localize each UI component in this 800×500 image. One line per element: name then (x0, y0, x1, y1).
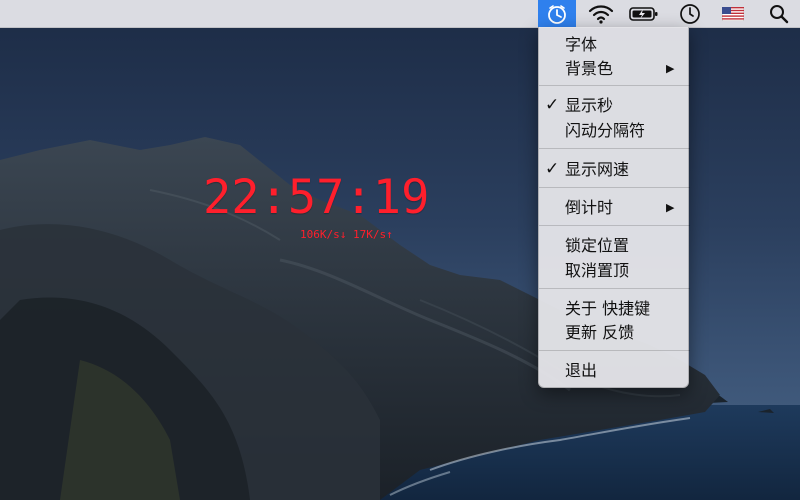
battery-charging-icon (629, 6, 658, 21)
menu-separator (539, 288, 690, 289)
menu-separator (539, 225, 690, 226)
desktop: 22:57:19 106K/s↓ 17K/s↑ 字体 背景色 ▶ ✓ 显示秒 闪… (0, 0, 800, 500)
checkmark-icon: ✓ (545, 159, 560, 179)
menu-item-show-seconds[interactable]: ✓ 显示秒 (539, 93, 690, 118)
submenu-arrow-icon: ▶ (666, 62, 675, 75)
us-flag-input-source-icon (722, 6, 744, 21)
clock-app-dropdown-menu: 字体 背景色 ▶ ✓ 显示秒 闪动分隔符 ✓ 显示网速 倒计时 ▶ 锁定位置 取 (538, 27, 690, 388)
menu-item-lock-position[interactable]: 锁定位置 (539, 233, 690, 258)
menu-item-blink-separator[interactable]: 闪动分隔符 (539, 118, 690, 143)
menu-separator (539, 85, 690, 86)
menu-item-countdown[interactable]: 倒计时 ▶ (539, 195, 690, 220)
wifi-icon (588, 4, 614, 24)
battery-status-item[interactable] (626, 0, 662, 27)
menu-item-show-net-speed[interactable]: ✓ 显示网速 (539, 157, 690, 182)
submenu-arrow-icon: ▶ (666, 201, 675, 214)
menu-item-label: 字体 (565, 35, 598, 54)
checkmark-icon: ✓ (545, 95, 560, 115)
menu-item-label: 锁定位置 (565, 236, 630, 255)
menu-separator (539, 148, 690, 149)
menu-bar (0, 0, 800, 28)
menu-item-quit[interactable]: 退出 (539, 358, 690, 383)
menu-item-label: 闪动分隔符 (565, 121, 646, 140)
clock-app-icon (548, 4, 566, 24)
time-machine-clock-icon (680, 3, 700, 24)
menu-item-label: 更新 反馈 (565, 323, 635, 342)
menu-item-label: 退出 (565, 361, 598, 380)
menu-item-about-shortcuts[interactable]: 关于 快捷键 (539, 296, 690, 321)
menu-item-background-color[interactable]: 背景色 ▶ (539, 56, 690, 81)
input-source-status-item[interactable] (718, 0, 748, 27)
menu-item-label: 背景色 (565, 59, 614, 78)
desktop-clock-time: 22:57:19 (203, 170, 430, 225)
wifi-status-item[interactable] (584, 0, 618, 27)
menu-item-font[interactable]: 字体 (539, 32, 690, 57)
desktop-net-speed: 106K/s↓ 17K/s↑ (300, 228, 393, 241)
menu-item-unpin-top[interactable]: 取消置顶 (539, 258, 690, 283)
menu-item-update-feedback[interactable]: 更新 反馈 (539, 320, 690, 345)
menu-separator (539, 187, 690, 188)
spotlight-status-item[interactable] (764, 0, 794, 27)
spotlight-search-icon (770, 4, 789, 23)
time-machine-status-item[interactable] (675, 0, 705, 27)
clock-app-status-item[interactable] (538, 0, 576, 27)
menu-item-label: 倒计时 (565, 198, 614, 217)
menu-item-label: 取消置顶 (565, 261, 630, 280)
menu-separator (539, 350, 690, 351)
menu-item-label: 显示秒 (565, 96, 614, 115)
menu-item-label: 关于 快捷键 (565, 299, 651, 318)
menu-item-label: 显示网速 (565, 160, 630, 179)
